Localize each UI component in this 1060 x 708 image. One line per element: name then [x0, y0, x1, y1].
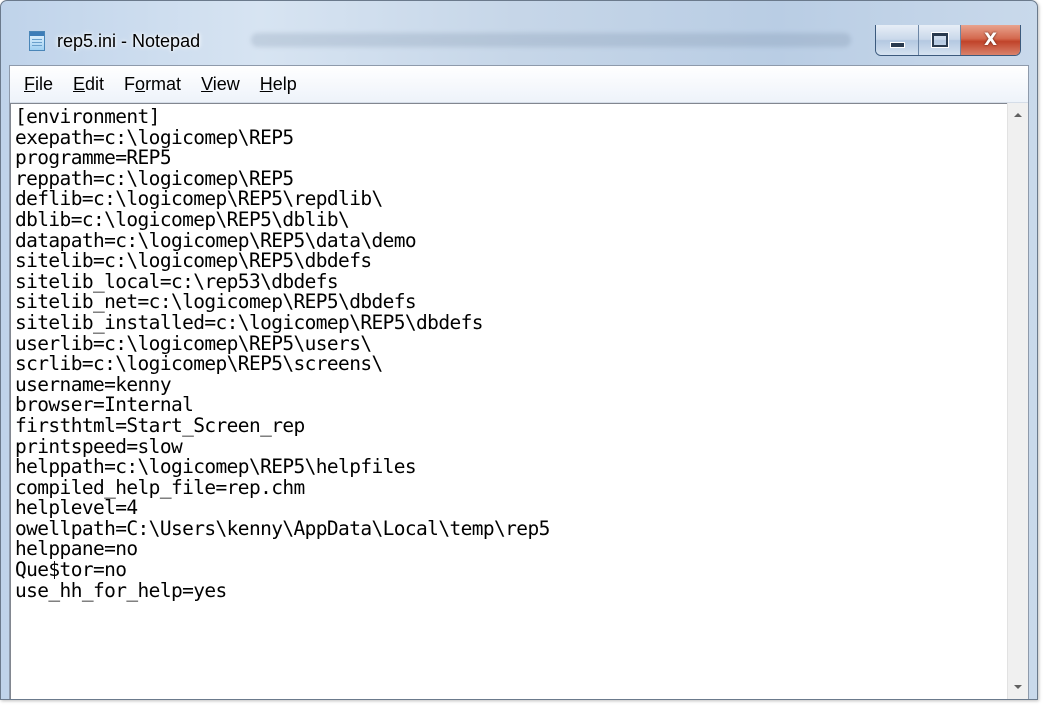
scroll-down-arrow-icon	[1014, 685, 1022, 689]
client-area: File Edit Format View Help [environment]…	[9, 65, 1029, 699]
menu-view[interactable]: View	[193, 70, 248, 99]
scroll-up-arrow-icon	[1014, 113, 1022, 117]
background-title-blur	[251, 33, 851, 47]
scroll-up-button[interactable]	[1008, 105, 1028, 125]
scroll-down-button[interactable]	[1008, 677, 1028, 697]
menu-edit[interactable]: Edit	[65, 70, 112, 99]
menu-help[interactable]: Help	[252, 70, 305, 99]
editor-text[interactable]: [environment] exepath=c:\logicomep\REP5 …	[11, 104, 1008, 601]
maximize-button[interactable]	[918, 25, 960, 55]
minimize-button[interactable]	[876, 25, 918, 55]
close-button[interactable]: X	[960, 25, 1020, 55]
maximize-icon	[931, 33, 948, 47]
notepad-window: rep5.ini - Notepad X File Edit Format Vi…	[0, 0, 1038, 700]
caption-buttons: X	[875, 25, 1021, 56]
window-title: rep5.ini - Notepad	[57, 31, 201, 51]
close-icon: X	[983, 30, 998, 50]
minimize-icon	[889, 42, 905, 48]
title-bar[interactable]: rep5.ini - Notepad X	[1, 1, 1037, 65]
notepad-icon[interactable]	[29, 31, 45, 51]
menu-format[interactable]: Format	[116, 70, 189, 99]
menu-bar: File Edit Format View Help	[10, 66, 1028, 103]
menu-file[interactable]: File	[16, 70, 61, 99]
text-editor[interactable]: [environment] exepath=c:\logicomep\REP5 …	[10, 103, 1008, 699]
vertical-scrollbar[interactable]	[1007, 103, 1028, 699]
